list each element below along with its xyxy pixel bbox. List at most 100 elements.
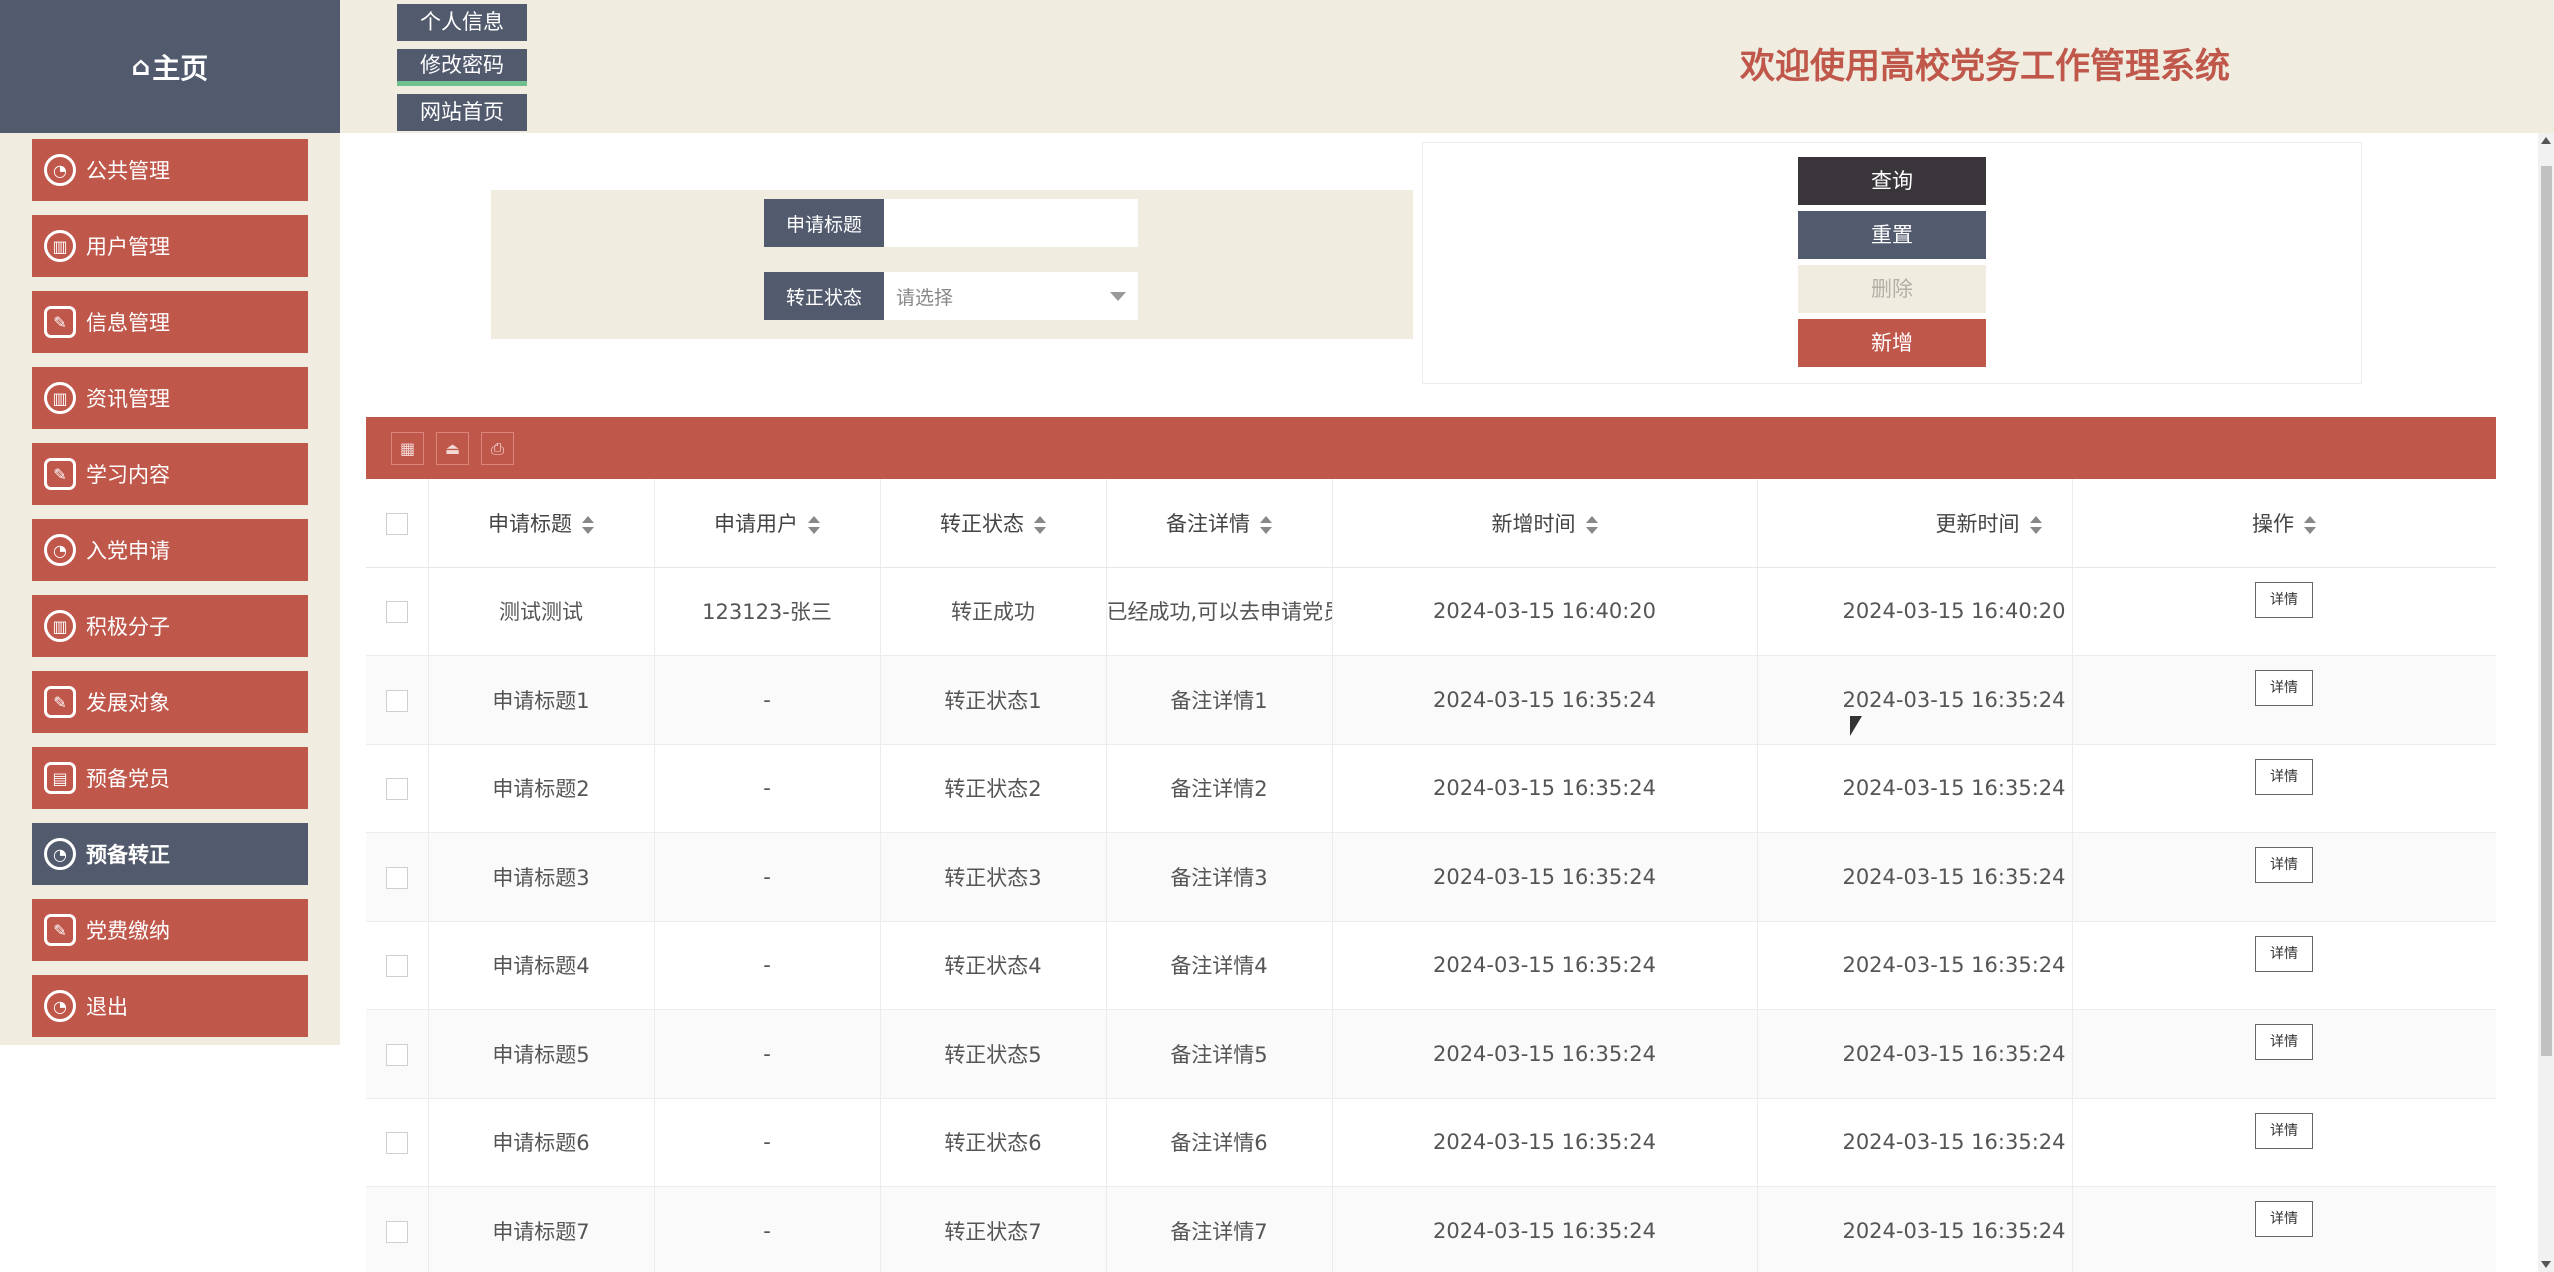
website-home-button[interactable]: 网站首页	[397, 94, 527, 131]
table-row[interactable]: 申请标题6- 转正状态6 备注详情6 2024-03-15 16:35:24 2024-…	[366, 1098, 2496, 1187]
scrollbar-thumb[interactable]	[2541, 166, 2552, 1056]
table-cell: 2024-03-15 16:35:24	[1757, 1186, 2073, 1272]
search-panel: 申请标题 转正状态 请选择	[491, 190, 1413, 339]
site-title: 欢迎使用高校党务工作管理系统	[1740, 47, 2231, 87]
detail-button[interactable]: 详情	[2255, 581, 2313, 618]
sidebar-item-11[interactable]: ◔ 退出	[32, 975, 308, 1037]
row-checkbox[interactable]	[385, 778, 408, 801]
columns-icon[interactable]: ▦	[391, 432, 424, 465]
sidebar-item-label: 预备党员	[86, 767, 170, 791]
table-cell: 申请标题5	[428, 1009, 655, 1099]
row-actions-cell: 详情	[2072, 1186, 2496, 1272]
profile-button[interactable]: 个人信息	[397, 4, 527, 41]
detail-button[interactable]: 详情	[2255, 1112, 2313, 1149]
row-actions-cell: 详情	[2072, 1009, 2496, 1099]
table-row[interactable]: 测试测试 123123-张三 转正成功 已经成功,可以去申请党员 2024-03-15 …	[366, 567, 2496, 656]
table-cell: -	[654, 655, 881, 745]
column-header-remark[interactable]: 备注详情	[1106, 479, 1333, 568]
table-cell: 2024-03-15 16:35:24	[1332, 921, 1758, 1010]
sidebar-item-label: 用户管理	[86, 235, 170, 259]
scroll-down-icon[interactable]	[2541, 1261, 2551, 1268]
sidebar-item-3[interactable]: ▥ 资讯管理	[32, 367, 308, 429]
row-checkbox[interactable]	[385, 1220, 408, 1243]
scroll-up-icon[interactable]	[2541, 137, 2551, 144]
row-checkbox[interactable]	[385, 689, 408, 712]
sidebar-item-1[interactable]: ▥ 用户管理	[32, 215, 308, 277]
table-cell: 备注详情3	[1106, 832, 1333, 922]
table-cell: 备注详情7	[1106, 1186, 1333, 1272]
export-icon[interactable]: ⏏	[436, 432, 469, 465]
detail-button[interactable]: 详情	[2255, 1201, 2313, 1237]
column-header-title[interactable]: 申请标题	[428, 479, 655, 568]
table-body: 测试测试 123123-张三 转正成功 已经成功,可以去申请党员 2024-03-15 …	[366, 567, 2496, 1272]
detail-button[interactable]: 详情	[2255, 1024, 2313, 1060]
row-checkbox[interactable]	[385, 1043, 408, 1066]
row-checkbox[interactable]	[385, 601, 408, 624]
home-link[interactable]: ⌂ 主页	[0, 0, 340, 133]
table-cell: 已经成功,可以去申请党员	[1106, 567, 1333, 656]
chevron-down-icon	[1110, 292, 1126, 301]
sidebar-item-10[interactable]: ✎ 党费缴纳	[32, 899, 308, 961]
column-header-ops[interactable]: 操作	[2072, 479, 2496, 568]
print-icon[interactable]: ⎙	[481, 432, 514, 465]
detail-button[interactable]: 详情	[2255, 935, 2313, 972]
table-row[interactable]: 申请标题7- 转正状态7 备注详情7 2024-03-15 16:35:24 2024-…	[366, 1186, 2496, 1272]
detail-button[interactable]: 详情	[2255, 670, 2313, 706]
sort-icon	[1260, 515, 1272, 534]
sidebar-item-8[interactable]: ▤ 预备党员	[32, 747, 308, 809]
sidebar-item-9[interactable]: ◔ 预备转正	[32, 823, 308, 885]
table-cell: 2024-03-15 16:35:24	[1757, 1098, 2073, 1187]
sidebar-item-5[interactable]: ◔ 入党申请	[32, 519, 308, 581]
table-cell: 备注详情2	[1106, 744, 1333, 833]
table-row[interactable]: 申请标题4- 转正状态4 备注详情4 2024-03-15 16:35:24 2024-…	[366, 921, 2496, 1010]
table-cell: 申请标题1	[428, 655, 655, 745]
row-select-cell	[366, 921, 429, 1010]
column-header-created[interactable]: 新增时间	[1332, 479, 1758, 568]
status-select[interactable]: 请选择	[884, 272, 1138, 320]
sidebar-item-7[interactable]: ✎ 发展对象	[32, 671, 308, 733]
table-row[interactable]: 申请标题5- 转正状态5 备注详情5 2024-03-15 16:35:24 2024-…	[366, 1009, 2496, 1099]
title-search-input[interactable]	[884, 199, 1138, 247]
row-select-cell	[366, 832, 429, 922]
row-checkbox[interactable]	[385, 955, 408, 978]
table-row[interactable]: 申请标题1- 转正状态1 备注详情1 2024-03-15 16:35:24 2024-…	[366, 655, 2496, 745]
column-header-updated[interactable]: 更新时间	[1757, 479, 2073, 568]
sort-icon	[1034, 515, 1046, 534]
status-select-placeholder: 请选择	[896, 286, 954, 309]
table-cell: 2024-03-15 16:40:20	[1332, 567, 1758, 656]
column-header-status[interactable]: 转正状态	[880, 479, 1107, 568]
add-button[interactable]: 新增	[1798, 319, 1986, 367]
row-select-cell	[366, 567, 429, 656]
sidebar-item-2[interactable]: ✎ 信息管理	[32, 291, 308, 353]
edit-icon: ✎	[44, 306, 76, 338]
table-cell: 2024-03-15 16:40:20	[1757, 567, 2073, 656]
top-button-group: 个人信息 修改密码 网站首页	[397, 4, 527, 139]
sort-icon	[582, 515, 594, 534]
select-all-cell	[366, 479, 429, 568]
sidebar-item-4[interactable]: ✎ 学习内容	[32, 443, 308, 505]
select-all-checkbox[interactable]	[385, 512, 408, 535]
sidebar-item-0[interactable]: ◔ 公共管理	[32, 139, 308, 201]
table-row[interactable]: 申请标题3- 转正状态3 备注详情3 2024-03-15 16:35:24 2024-…	[366, 832, 2496, 922]
reset-button[interactable]: 重置	[1798, 211, 1986, 259]
query-button[interactable]: 查询	[1798, 157, 1986, 205]
table-row[interactable]: 申请标题2- 转正状态2 备注详情2 2024-03-15 16:35:24 2024-…	[366, 744, 2496, 833]
dashboard-icon: ◔	[44, 534, 76, 566]
table-cell: 转正状态4	[880, 921, 1107, 1010]
table-cell: 2024-03-15 16:35:24	[1332, 744, 1758, 833]
column-header-user[interactable]: 申请用户	[654, 479, 881, 568]
sidebar-item-6[interactable]: ▥ 积极分子	[32, 595, 308, 657]
row-checkbox[interactable]	[385, 866, 408, 889]
delete-button[interactable]: 删除	[1798, 265, 1986, 313]
detail-button[interactable]: 详情	[2255, 758, 2313, 795]
table-cell: 申请标题3	[428, 832, 655, 922]
change-password-button[interactable]: 修改密码	[397, 49, 527, 86]
row-checkbox[interactable]	[385, 1132, 408, 1155]
sidebar-item-label: 入党申请	[86, 539, 170, 563]
sidebar-item-label: 发展对象	[86, 691, 170, 715]
row-actions-cell: 详情	[2072, 921, 2496, 1010]
mouse-cursor-icon	[1850, 716, 1862, 736]
detail-button[interactable]: 详情	[2255, 847, 2313, 883]
sidebar-item-label: 退出	[86, 995, 128, 1019]
table-cell: -	[654, 1186, 881, 1272]
